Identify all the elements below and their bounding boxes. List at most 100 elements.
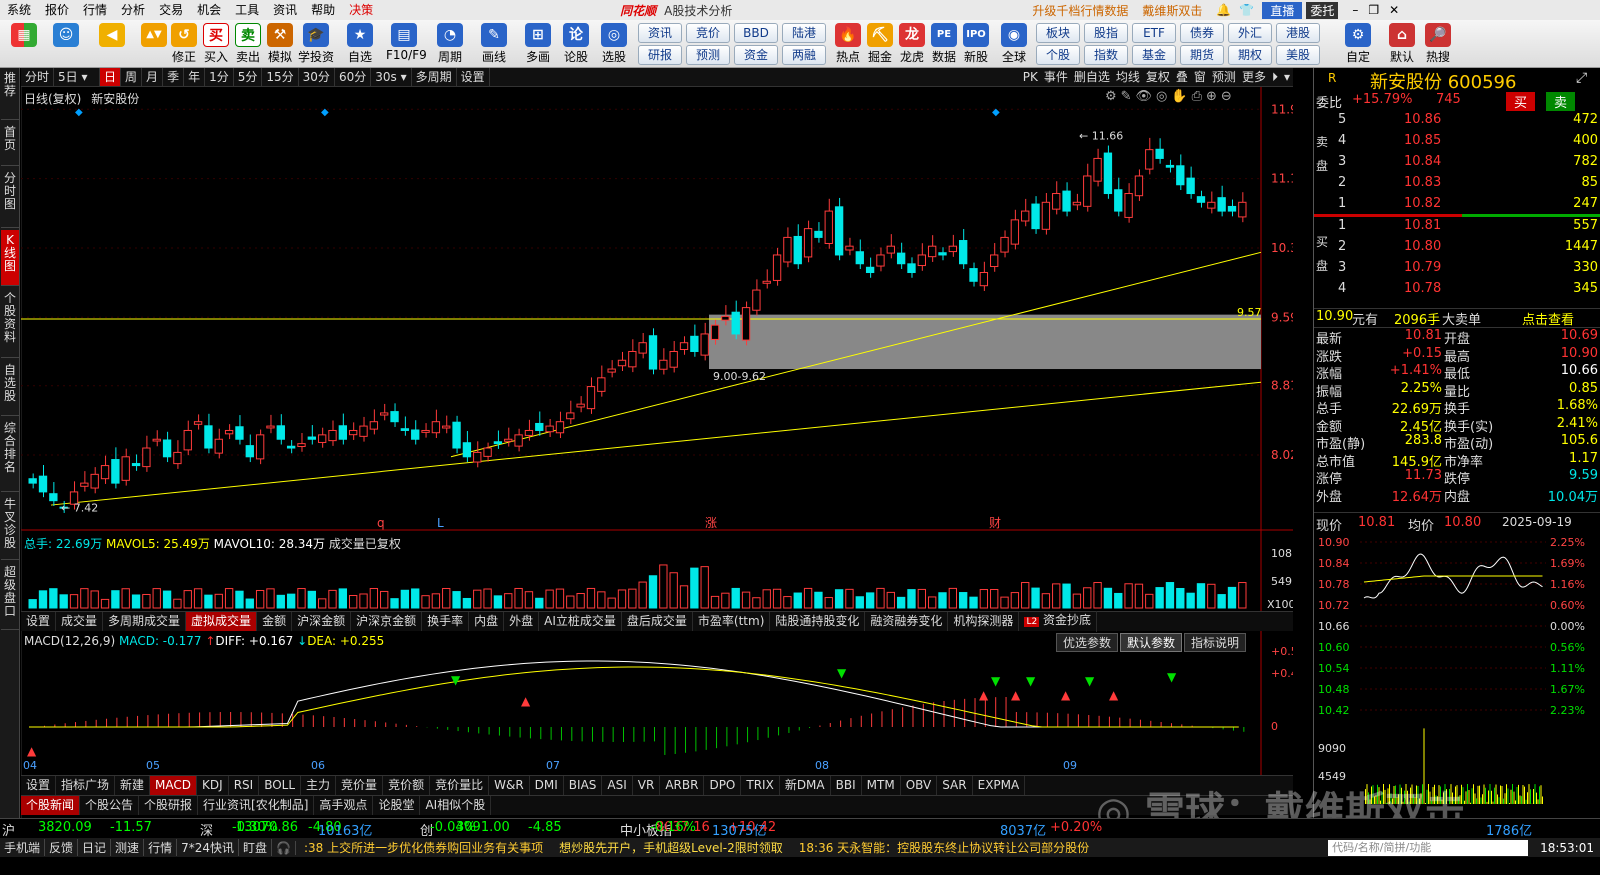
period-timeshare[interactable]: 分时	[21, 68, 55, 86]
qb-bond[interactable]: 债券	[1180, 23, 1224, 43]
windows-icon[interactable]: ▦	[6, 22, 42, 66]
period-week[interactable]: 周	[121, 68, 143, 86]
dragon-tiger-button[interactable]: 龙龙虎	[894, 22, 930, 66]
watch-button[interactable]: 盯盘	[239, 839, 272, 856]
menu-chance[interactable]: 机会	[190, 0, 228, 20]
menu-decision[interactable]: 决策	[342, 0, 380, 20]
bottom-tab-7[interactable]: 主力	[301, 776, 337, 795]
multi-draw-button[interactable]: ⊞ 多画	[520, 22, 556, 66]
news-ticker-1[interactable]: :38 上交所进一步优化债券购回业务有关事项	[296, 839, 551, 856]
bottom-tab-12[interactable]: DMI	[530, 776, 564, 795]
news-tab-1[interactable]: 个股公告	[80, 796, 140, 815]
sidebar-recommend[interactable]: 推荐	[1, 68, 19, 120]
period-60min[interactable]: 60分	[335, 68, 372, 86]
ind-tab-after-volume[interactable]: 盘后成交量	[622, 612, 693, 631]
qb-futures[interactable]: 期货	[1180, 45, 1224, 65]
bottom-tab-24[interactable]: EXPMA	[973, 776, 1026, 795]
live-button[interactable]: 直播	[1262, 1, 1303, 19]
news-tab-6[interactable]: AI相似个股	[420, 796, 492, 815]
period-year[interactable]: 年	[184, 68, 206, 86]
mini-timeshare-chart[interactable]: 10.90 2.25% 10.84 1.69% 10.78 1.16% 10.72 0.60%…	[1314, 534, 1600, 818]
chevron-down-icon[interactable]: ▾	[1281, 68, 1293, 86]
bottom-tab-15[interactable]: VR	[633, 776, 661, 795]
ind-tab-bottom-fishing[interactable]: L2 资金抄底	[1019, 611, 1098, 632]
period-settings[interactable]: 设置	[457, 68, 490, 86]
ind-tab-virtual-volume[interactable]: 虚拟成交量	[186, 612, 258, 631]
bottom-tab-10[interactable]: 竞价量比	[430, 776, 490, 795]
quick-buy-button[interactable]: 买	[1506, 92, 1536, 111]
flash-news-button[interactable]: 7*24快讯	[177, 839, 239, 856]
hot-search-button[interactable]: 🔎 热搜	[1420, 22, 1456, 66]
menu-quote[interactable]: 报价	[38, 0, 76, 20]
bids-row[interactable]: 2 10.80 1447	[1314, 239, 1600, 256]
sidebar-super-panel[interactable]: 超级盘口	[1, 562, 19, 630]
menu-market[interactable]: 行情	[76, 0, 114, 20]
stock-discuss-button[interactable]: 论论股	[558, 22, 594, 66]
qb-bbd[interactable]: BBD	[734, 23, 778, 43]
qb-forex[interactable]: 外汇	[1228, 23, 1272, 43]
qb-news[interactable]: 资讯	[638, 23, 682, 43]
ind-tab-hsj-amount[interactable]: 沪深京金额	[351, 612, 423, 631]
sell-button[interactable]: 卖卖出	[230, 22, 266, 66]
period-month[interactable]: 月	[142, 68, 164, 86]
search-input[interactable]: 代码/名称/简拼/功能	[1328, 839, 1529, 856]
bottom-tab-2[interactable]: 新建	[115, 776, 151, 795]
ind-tab-pe[interactable]: 市盈率(ttm)	[693, 612, 771, 631]
bottom-tab-3[interactable]: MACD	[150, 776, 198, 795]
qb-sector[interactable]: 板块	[1036, 23, 1080, 43]
davis-link[interactable]: 戴维斯双击	[1142, 2, 1202, 19]
hot-button[interactable]: 🔥 热点	[830, 22, 866, 66]
ind-tab-hs-amount[interactable]: 沪深金额	[292, 612, 352, 631]
stock-pick-button[interactable]: ◎ 选股	[596, 22, 632, 66]
market-button[interactable]: 行情	[144, 839, 178, 856]
bell-icon[interactable]: 🔔	[1216, 3, 1231, 17]
bottom-tab-20[interactable]: BBI	[831, 776, 862, 795]
bottom-tab-16[interactable]: ARBR	[660, 776, 705, 795]
close-icon[interactable]: ✕	[1389, 3, 1399, 17]
qb-funds[interactable]: 资金	[734, 45, 778, 65]
kline-chart-area[interactable]: 11.96 11.17 10.38 9.59 8.81 8.02 9.57 9.00-9.6…	[21, 87, 1293, 818]
mobile-button[interactable]: 手机端	[0, 839, 46, 856]
bottom-tab-22[interactable]: OBV	[901, 776, 938, 795]
period-multi[interactable]: 多周期	[412, 68, 457, 86]
period-quarter[interactable]: 季	[163, 68, 185, 86]
big-order-row[interactable]: 10.90 元有 2096手 大卖单 点击查看	[1314, 308, 1600, 328]
back-icon[interactable]: ◀	[94, 22, 130, 66]
learn-button[interactable]: 🎓 学投资	[298, 22, 334, 66]
forecast-button[interactable]: 预测	[1209, 68, 1239, 86]
qb-options[interactable]: 期权	[1228, 45, 1272, 65]
bottom-tab-14[interactable]: ASI	[602, 776, 633, 795]
bottom-tab-9[interactable]: 竞价额	[383, 776, 431, 795]
draw-line-button[interactable]: ✎ 画线	[476, 22, 512, 66]
event-button[interactable]: 事件	[1041, 68, 1071, 86]
ind-tab-inner[interactable]: 内盘	[469, 612, 505, 631]
sidebar-timeshare[interactable]: 分时图	[1, 168, 19, 228]
ind-tab-turnover[interactable]: 换手率	[422, 612, 470, 631]
ind-tab-northbound[interactable]: 陆股通持股变化	[770, 612, 866, 631]
bottom-tab-21[interactable]: MTM	[862, 776, 901, 795]
bottom-tab-1[interactable]: 指标广场	[56, 776, 116, 795]
news-tab-5[interactable]: 论股堂	[373, 796, 421, 815]
custom-button[interactable]: ⚙ 自定	[1340, 22, 1376, 66]
bottom-tab-4[interactable]: KDJ	[197, 776, 229, 795]
qb-fund[interactable]: 基金	[1132, 45, 1176, 65]
asks-row[interactable]: 4 10.85 400	[1314, 133, 1600, 150]
ind-tab-outer[interactable]: 外盘	[504, 612, 540, 631]
qb-index-futures[interactable]: 股指	[1084, 23, 1128, 43]
minimize-icon[interactable]: –	[1352, 3, 1358, 17]
ind-tab-institution[interactable]: 机构探测器	[948, 612, 1020, 631]
quick-sell-button[interactable]: 卖	[1546, 92, 1576, 111]
optimal-param-button[interactable]: 优选参数	[1056, 633, 1119, 652]
upgrade-link[interactable]: 升级千档行情数据	[1032, 2, 1128, 19]
ind-tab-multi-volume[interactable]: 多周期成交量	[103, 612, 187, 631]
ind-tab-amount[interactable]: 金额	[257, 612, 293, 631]
restore-icon[interactable]: ❐	[1368, 3, 1379, 17]
indicator-help-button[interactable]: 指标说明	[1184, 633, 1247, 652]
buy-button[interactable]: 买买入	[198, 22, 234, 66]
period-5day[interactable]: 5日 ▾	[54, 68, 101, 86]
overlay-button[interactable]: 叠	[1173, 68, 1191, 86]
bottom-tab-6[interactable]: BOLL	[259, 776, 302, 795]
qb-forecast[interactable]: 预测	[686, 45, 730, 65]
shirt-icon[interactable]: 👕	[1239, 3, 1254, 17]
sidebar-kline[interactable]: K线图	[1, 230, 19, 286]
